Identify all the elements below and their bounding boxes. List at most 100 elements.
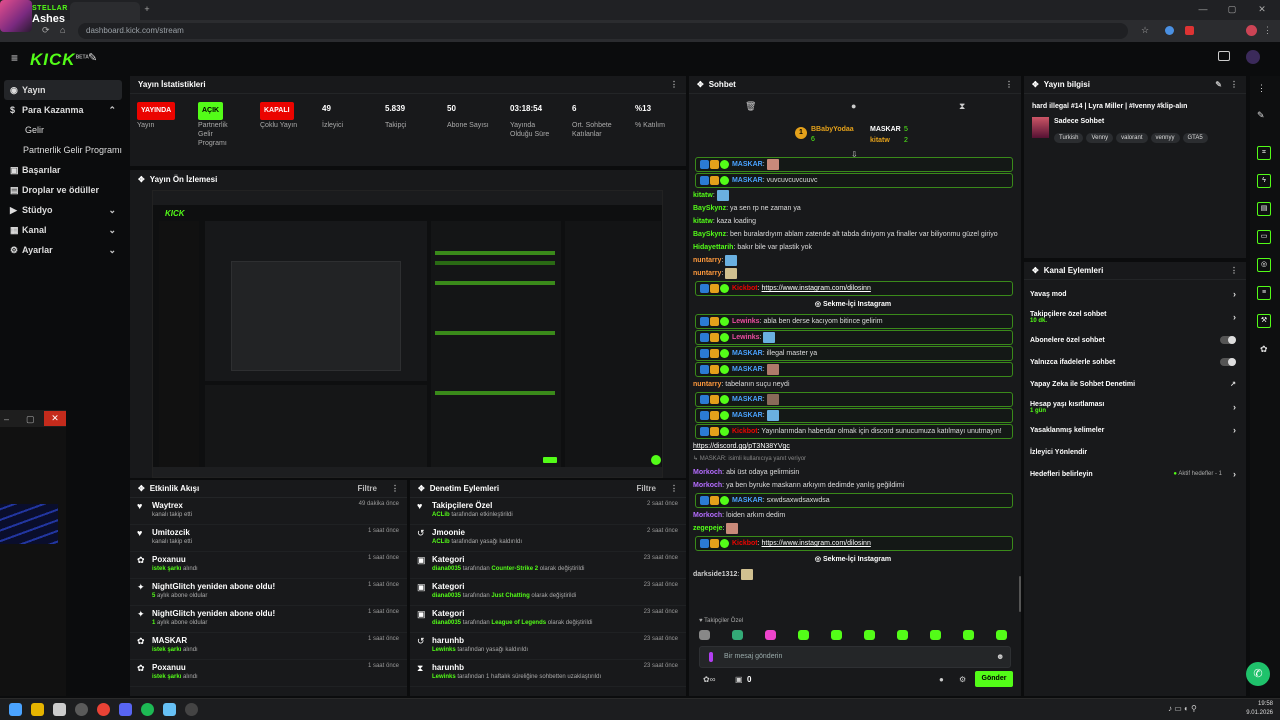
chat-username[interactable]: MASKAR xyxy=(732,396,763,403)
chat-username[interactable]: Kickbot xyxy=(732,285,758,292)
more-options-icon[interactable]: ⋮ xyxy=(1257,83,1266,94)
sidebar-item-drops[interactable]: ▤ Droplar ve ödüller xyxy=(0,180,126,200)
edit-icon[interactable]: ✎ xyxy=(1215,80,1222,89)
sidebar-item-stream[interactable]: ◉ Yayın xyxy=(4,80,122,100)
browser-menu-icon[interactable]: ⋮ xyxy=(1263,25,1272,36)
close-window-icon[interactable]: ✕ xyxy=(1255,4,1269,15)
channel-action-item[interactable]: Yasaklanmış kelimeler › xyxy=(1024,419,1246,441)
top-chatter-name[interactable]: BBabyYodaa xyxy=(811,126,854,133)
chat-message[interactable]: darkside1312: xyxy=(689,568,1017,581)
file-explorer-icon[interactable] xyxy=(31,703,44,716)
hourglass-icon[interactable]: ⧗ xyxy=(959,101,965,112)
clock-time[interactable]: 19:58 xyxy=(1247,701,1273,707)
chat-username[interactable]: Lewinks xyxy=(732,334,760,341)
chat-message[interactable]: MASKAR: sxwdsaxwdsaxwdsa xyxy=(695,493,1013,508)
chat-message[interactable]: Morkoch: loiden arkım dedim xyxy=(689,509,1017,522)
new-tab-icon[interactable]: + xyxy=(140,4,154,14)
chat-message[interactable]: Morkoch: ya ben byruke maskarın arkıyım … xyxy=(689,479,1017,492)
stream-tag[interactable]: vennyy xyxy=(1150,133,1180,143)
sidebar-item-partner-program[interactable]: Partnerlik Gelir Programı xyxy=(0,140,126,160)
url-field[interactable]: dashboard.kick.com/stream xyxy=(78,23,1128,39)
chat-username[interactable]: Kickbot xyxy=(732,428,758,435)
moderation-row[interactable]: ▣ Kategori diana0035 tarafından Just Cha… xyxy=(410,579,686,606)
close-icon[interactable]: ✕ xyxy=(44,411,66,426)
sidebar-item-channel[interactable]: ▦ Kanal ⌄ xyxy=(0,220,126,240)
moderation-row[interactable]: ↺ harunhb Lewinks tarafından yasağı kald… xyxy=(410,633,686,660)
minimize-window-icon[interactable]: — xyxy=(1196,4,1210,14)
moderation-row[interactable]: ⧗ harunhb Lewinks tarafından 1 haftalık … xyxy=(410,660,686,687)
category-thumbnail[interactable] xyxy=(1032,117,1049,138)
user-avatar[interactable] xyxy=(1246,50,1260,64)
chat-username[interactable]: MASKAR xyxy=(732,161,763,168)
sidebar-item-settings[interactable]: ⚙ Ayarlar ⌄ xyxy=(0,240,126,260)
chat-username[interactable]: kitatw xyxy=(693,218,713,225)
stream-tag[interactable]: valorant xyxy=(1116,133,1148,143)
chat-username[interactable]: zegepeje xyxy=(693,525,723,532)
more-options-icon[interactable]: ⋮ xyxy=(1230,266,1238,275)
home-icon[interactable]: ⌂ xyxy=(60,25,65,35)
chat-username[interactable]: BaySkynz xyxy=(693,231,726,238)
emoji-icon[interactable]: ☻ xyxy=(996,652,1004,661)
chat-username[interactable]: MASKAR xyxy=(732,366,763,373)
chrome-icon[interactable] xyxy=(97,703,110,716)
moderation-row[interactable]: ♥ Takipçilere Özel ACLib tarafından etki… xyxy=(410,498,686,525)
moderation-row[interactable]: ▣ Kategori diana0035 tarafından Counter-… xyxy=(410,552,686,579)
stream-tag[interactable]: Turkish xyxy=(1054,133,1084,143)
chat-username[interactable]: nuntarry xyxy=(693,257,721,264)
list-icon[interactable]: ≡ xyxy=(1257,286,1271,300)
activity-row[interactable]: ✦ NightGlitch yeniden abone oldu! 1 aylı… xyxy=(130,606,407,633)
channel-action-item[interactable]: Yalnızca ifadelerle sohbet xyxy=(1024,351,1246,373)
emote-shortcut[interactable] xyxy=(798,630,809,640)
channel-action-item[interactable]: Takipçilere özel sohbet 10 dk. › xyxy=(1024,305,1246,329)
taskbar-app-icon[interactable] xyxy=(53,703,66,716)
chat-message[interactable]: MASKAR: vuvcuvcuvcuuvc xyxy=(695,173,1013,188)
chat-message[interactable]: MASKAR: xyxy=(695,362,1013,377)
more-options-icon[interactable]: ⋮ xyxy=(670,80,678,89)
obs-icon[interactable] xyxy=(185,703,198,716)
extension-icon[interactable] xyxy=(1185,26,1194,35)
more-options-icon[interactable]: ⋮ xyxy=(391,484,399,493)
steam-icon[interactable] xyxy=(163,703,176,716)
system-tray-icons[interactable]: ♪ ▭ ◐ ⚲ xyxy=(1168,704,1197,713)
toggle-switch[interactable] xyxy=(1220,336,1236,344)
chat-message[interactable]: BaySkynz: ya sen rp ne zaman ya xyxy=(689,202,1017,215)
chat-username[interactable]: Morkoch xyxy=(693,512,722,519)
channel-action-item[interactable]: Hesap yaşı kısıtlaması 1 gün › xyxy=(1024,395,1246,419)
stream-preview-video[interactable]: KICK xyxy=(152,190,663,478)
stream-tag[interactable]: GTA5 xyxy=(1182,133,1208,143)
more-options-icon[interactable]: ⋮ xyxy=(1005,80,1013,89)
filter-button[interactable]: Filtre xyxy=(636,484,656,493)
channel-action-item[interactable]: Hedefleri belirleyin ● Aktif hedefler - 1… xyxy=(1024,463,1246,485)
emote-shortcut[interactable] xyxy=(996,630,1007,640)
activity-row[interactable]: ✿ Poxanuu istek şarkı alındı 1 saat önce xyxy=(130,660,407,687)
emote-shortcut[interactable] xyxy=(699,630,710,640)
hamburger-menu-icon[interactable]: ≡ xyxy=(11,51,18,65)
chat-username[interactable]: Kickbot xyxy=(732,540,758,547)
profile-avatar[interactable] xyxy=(1246,25,1257,36)
more-options-icon[interactable]: ⋮ xyxy=(1230,80,1238,89)
pin-icon[interactable]: ✎ xyxy=(88,51,97,64)
chat-message[interactable]: kitatw: xyxy=(689,189,1017,202)
chat-username[interactable]: darkside1312 xyxy=(693,571,737,578)
moderation-row[interactable]: ↺ Jmoonie ACLib tarafından yasağı kaldır… xyxy=(410,525,686,552)
chat-username[interactable]: MASKAR xyxy=(732,412,763,419)
activity-row[interactable]: ♥ Waytrex kanalı takip etti 49 dakika ön… xyxy=(130,498,407,525)
chat-message[interactable]: Morkoch: abi üst odaya gelirmisin xyxy=(689,466,1017,479)
reload-icon[interactable]: ⟳ xyxy=(42,25,50,36)
maximize-icon[interactable]: ▢ xyxy=(26,414,35,425)
toggle-switch[interactable] xyxy=(1220,358,1236,366)
gift-icon[interactable]: ✿ xyxy=(1260,344,1268,355)
mic-icon[interactable] xyxy=(709,652,713,662)
chat-message[interactable]: nuntarry: tabelanın suçu neydi xyxy=(689,378,1017,391)
wrench-icon[interactable]: ⚒ xyxy=(1257,314,1271,328)
send-button[interactable]: Gönder xyxy=(975,671,1013,687)
chat-username[interactable]: MASKAR xyxy=(732,350,763,357)
lightning-icon[interactable]: ϟ xyxy=(1257,174,1271,188)
maximize-window-icon[interactable]: ▢ xyxy=(1225,4,1239,15)
channel-action-item[interactable]: Yavaş mod › xyxy=(1024,283,1246,305)
sidebar-item-achievements[interactable]: ▣ Başarılar xyxy=(0,160,126,180)
channel-action-item[interactable]: Yapay Zeka ile Sohbet Denetimi ↗ xyxy=(1024,373,1246,395)
chat-message[interactable]: Lewinks: abla ben derse kacıyom bitince … xyxy=(695,314,1013,329)
top-chatter-name[interactable]: kitatw xyxy=(870,137,890,144)
chat-message[interactable]: nuntarry: xyxy=(689,267,1017,280)
